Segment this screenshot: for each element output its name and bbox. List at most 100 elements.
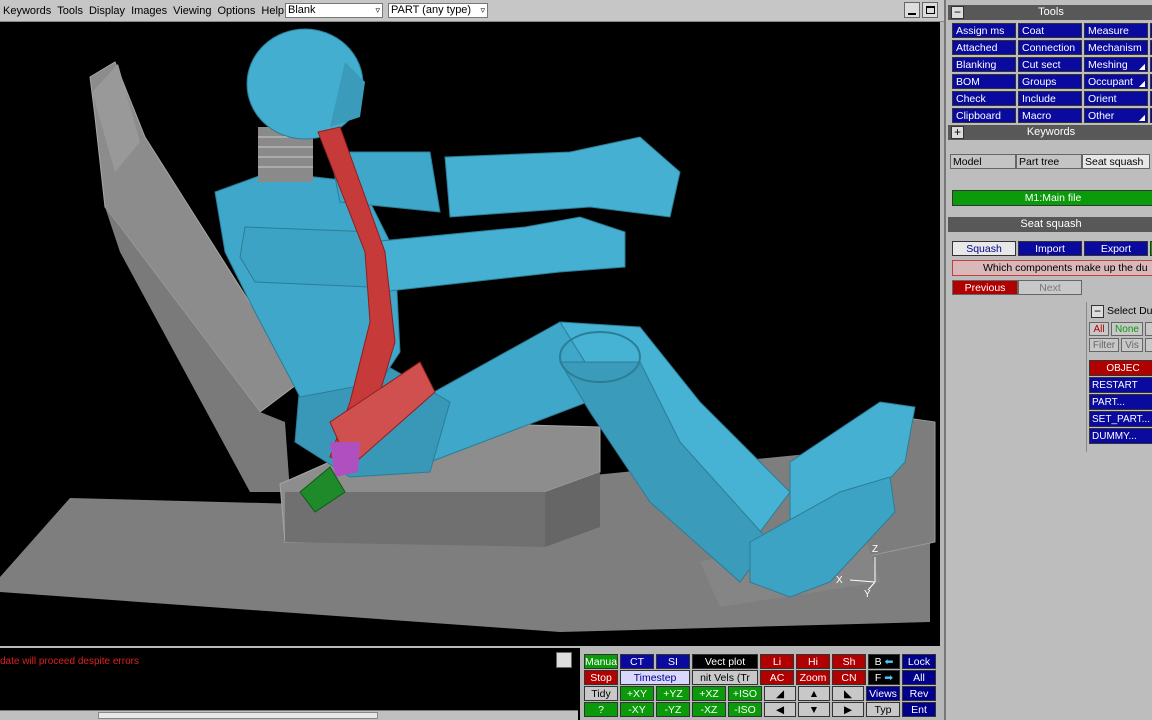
graphics-viewport[interactable]: Z X Y (0, 22, 940, 646)
tool-attached[interactable]: Attached (952, 40, 1016, 55)
filter-overflow-button[interactable] (1145, 338, 1152, 352)
rev-button[interactable]: Rev (902, 686, 936, 701)
arrow-up-icon[interactable]: ▲ (798, 686, 830, 701)
plus-yz-button[interactable]: +YZ (656, 686, 690, 701)
tool-groups[interactable]: Groups (1018, 74, 1082, 89)
select-all-button[interactable]: All (1089, 322, 1109, 336)
tab-export[interactable]: Export (1084, 241, 1148, 256)
tool-orient[interactable]: Orient (1084, 91, 1148, 106)
keywords-header[interactable]: + Keywords (948, 125, 1152, 140)
collapse-icon[interactable]: − (1091, 305, 1104, 318)
menu-keywords[interactable]: Keywords (0, 5, 54, 17)
tool-check[interactable]: Check (952, 91, 1016, 106)
tool-measure[interactable]: Measure (1084, 23, 1148, 38)
entity-type-combo[interactable]: PART (any type) ▿ (388, 3, 488, 18)
b-button[interactable]: B ⬅ (868, 654, 900, 669)
tool-occupant-label: Occupant (1088, 76, 1133, 88)
object-restart[interactable]: RESTART (1089, 377, 1152, 393)
maximize-button[interactable] (922, 2, 938, 18)
filter-button[interactable]: Filter (1089, 338, 1119, 352)
minus-xy-button[interactable]: -XY (620, 702, 654, 717)
f-button[interactable]: F ➡ (868, 670, 900, 685)
tool-occupant[interactable]: Occupant ◢ (1084, 74, 1148, 89)
minimize-button[interactable] (904, 2, 920, 18)
rotate-left-icon[interactable]: ◢ (764, 686, 796, 701)
tab-model[interactable]: Model (950, 154, 1016, 169)
timestep-button[interactable]: Timestep (620, 670, 690, 685)
tool-connection[interactable]: Connection (1018, 40, 1082, 55)
tool-blanking[interactable]: Blanking (952, 57, 1016, 72)
plus-iso-button[interactable]: +ISO (728, 686, 762, 701)
plus-xz-button[interactable]: +XZ (692, 686, 726, 701)
expand-icon[interactable]: + (951, 126, 964, 139)
typ-button[interactable]: Typ (866, 702, 900, 717)
stop-button[interactable]: Stop (584, 670, 618, 685)
menu-tools[interactable]: Tools (54, 5, 86, 17)
minus-iso-button[interactable]: -ISO (728, 702, 762, 717)
manual-button[interactable]: Manua (584, 654, 618, 669)
main-file-button[interactable]: M1:Main file (952, 190, 1152, 206)
arrow-left-icon[interactable]: ◀ (764, 702, 796, 717)
right-panel: − Tools Assign ms Coat Measure Attached … (944, 0, 1152, 720)
tool-assign-ms[interactable]: Assign ms (952, 23, 1016, 38)
vect-plot-button[interactable]: Vect plot (692, 654, 758, 669)
select-none-button[interactable]: None (1111, 322, 1143, 336)
menu-display[interactable]: Display (86, 5, 128, 17)
tool-macro[interactable]: Macro (1018, 108, 1082, 123)
minus-xz-button[interactable]: -XZ (692, 702, 726, 717)
object-dummy[interactable]: DUMMY... (1089, 428, 1152, 444)
menu-options[interactable]: Options (214, 5, 258, 17)
tool-other[interactable]: Other ◢ (1084, 108, 1148, 123)
select-overflow-button[interactable] (1145, 322, 1152, 336)
sh-button[interactable]: Sh (832, 654, 866, 669)
tab-squash[interactable]: Squash (952, 241, 1016, 256)
ent-button[interactable]: Ent (902, 702, 936, 717)
object-set-part[interactable]: SET_PART... (1089, 411, 1152, 427)
tool-bom[interactable]: BOM (952, 74, 1016, 89)
rotate-right-icon[interactable]: ◣ (832, 686, 864, 701)
li-button[interactable]: Li (760, 654, 794, 669)
tool-include[interactable]: Include (1018, 91, 1082, 106)
seat-squash-header: Seat squash (948, 217, 1152, 232)
cn-button[interactable]: CN (832, 670, 866, 685)
previous-button[interactable]: Previous (952, 280, 1018, 295)
tool-meshing[interactable]: Meshing ◢ (1084, 57, 1148, 72)
scrollbar-thumb[interactable] (98, 712, 378, 719)
arrow-down-icon[interactable]: ▼ (798, 702, 830, 717)
si-button[interactable]: SI (656, 654, 690, 669)
tab-seat-squash[interactable]: Seat squash (1082, 154, 1150, 169)
tool-coat[interactable]: Coat (1018, 23, 1082, 38)
object-part[interactable]: PART... (1089, 394, 1152, 410)
zoom-button[interactable]: Zoom (796, 670, 830, 685)
hi-button[interactable]: Hi (796, 654, 830, 669)
menu-images[interactable]: Images (128, 5, 170, 17)
tools-header[interactable]: − Tools (948, 5, 1152, 20)
ct-button[interactable]: CT (620, 654, 654, 669)
init-vels-button[interactable]: nit Vels (Tr (692, 670, 758, 685)
lock-button[interactable]: Lock (902, 654, 936, 669)
menu-viewing[interactable]: Viewing (170, 5, 214, 17)
vis-button[interactable]: Vis (1121, 338, 1143, 352)
tool-cut-sect[interactable]: Cut sect (1018, 57, 1082, 72)
message-scrollbar[interactable] (0, 710, 578, 720)
select-dummy-header[interactable]: − Select Du (1089, 304, 1152, 319)
tool-other-label: Other (1088, 110, 1115, 122)
menu-help[interactable]: Help (258, 5, 287, 17)
all-button[interactable]: All (902, 670, 936, 685)
message-corner-button[interactable] (556, 652, 572, 668)
views-button[interactable]: Views (866, 686, 900, 701)
tool-mechanism[interactable]: Mechanism (1084, 40, 1148, 55)
tab-import[interactable]: Import (1018, 241, 1082, 256)
collapse-icon[interactable]: − (951, 6, 964, 19)
arrow-right-icon[interactable]: ▶ (832, 702, 864, 717)
tool-clipboard[interactable]: Clipboard (952, 108, 1016, 123)
minus-yz-button[interactable]: -YZ (656, 702, 690, 717)
tab-part-tree[interactable]: Part tree (1016, 154, 1082, 169)
blank-combo[interactable]: Blank ▿ (285, 3, 383, 18)
help-button[interactable]: ? (584, 702, 618, 717)
tidy-button[interactable]: Tidy (584, 686, 618, 701)
plus-xy-button[interactable]: +XY (620, 686, 654, 701)
next-button[interactable]: Next (1018, 280, 1082, 295)
ac-button[interactable]: AC (760, 670, 794, 685)
axis-y-label: Y (864, 589, 871, 600)
